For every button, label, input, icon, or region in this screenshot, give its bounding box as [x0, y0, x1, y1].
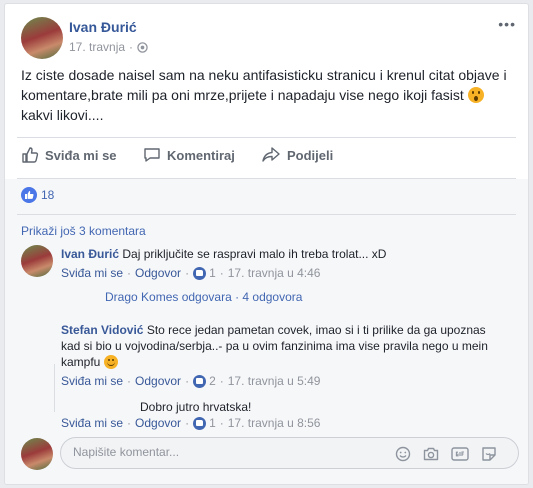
replies-summary-link[interactable]: Drago Komes odgovara · 4 odgovora	[105, 290, 302, 304]
like-badge-icon	[193, 374, 207, 388]
reply-time[interactable]: 17. travnja u 8:56	[228, 416, 321, 430]
share-button[interactable]: Podijeli	[261, 146, 333, 164]
comment-like-count[interactable]: 1	[209, 266, 216, 280]
comment-composer[interactable]	[60, 437, 519, 469]
thread-line	[54, 364, 55, 412]
separator: ·	[127, 266, 132, 280]
comment-body: Ivan Đurić Daj priključite se raspravi m…	[61, 246, 501, 262]
comment-icon	[144, 148, 160, 162]
composer-avatar	[21, 438, 53, 470]
comment-text: Daj priključite se raspravi malo ih treb…	[122, 247, 387, 261]
reply-body: Stefan Vidović Sto rece jedan pametan co…	[61, 322, 491, 370]
post-text-tail: kakvi likovi....	[21, 107, 104, 123]
comment-like-link[interactable]: Sviđa mi se	[61, 266, 123, 280]
reply-like-link[interactable]: Sviđa mi se	[61, 416, 123, 430]
reply-body: Dobro jutro hrvatska!	[140, 399, 251, 415]
post-card: Ivan Đurić 17. travnja · ••• Iz ciste do…	[4, 3, 529, 485]
view-more-comments[interactable]: Prikaži još 3 komentara	[21, 224, 146, 238]
comment-label: Komentiraj	[167, 147, 235, 163]
reply-text: Dobro jutro hrvatska!	[140, 400, 252, 414]
post-date[interactable]: 17. travnja ·	[69, 40, 148, 54]
comment-time[interactable]: 17. travnja u 4:46	[228, 266, 321, 280]
like-badge-icon	[193, 416, 207, 430]
separator: ·	[185, 266, 190, 280]
share-icon	[262, 147, 280, 162]
more-icon: •••	[498, 16, 516, 32]
reply-like-count[interactable]: 2	[209, 374, 216, 388]
post-menu-button[interactable]: •••	[498, 16, 516, 32]
emoji-icon[interactable]	[395, 446, 411, 462]
date-separator: ·	[129, 40, 134, 54]
reply-reply-link[interactable]: Odgovor	[135, 374, 181, 388]
gif-icon[interactable]	[451, 446, 469, 462]
author-name[interactable]: Ivan Đurić	[69, 19, 137, 35]
thumbs-up-icon	[22, 147, 39, 163]
comment-input[interactable]	[73, 445, 373, 459]
separator: ·	[127, 374, 132, 388]
separator: ·	[219, 416, 224, 430]
separator: ·	[219, 266, 224, 280]
separator: ·	[185, 374, 190, 388]
separator: ·	[185, 416, 190, 430]
post-text: Iz ciste dosade naisel sam na neku antif…	[21, 67, 507, 103]
separator: ·	[219, 374, 224, 388]
like-reaction-icon	[21, 187, 37, 203]
reply-author[interactable]: Stefan Vidović	[61, 323, 143, 337]
reaction-count: 18	[41, 188, 55, 202]
surprised-emoji	[467, 87, 484, 103]
like-button[interactable]: Sviđa mi se	[21, 146, 117, 164]
reactions-divider	[17, 214, 516, 215]
comment-reply-link[interactable]: Odgovor	[135, 266, 181, 280]
reply-like-link[interactable]: Sviđa mi se	[61, 374, 123, 388]
share-label: Podijeli	[287, 147, 334, 163]
reply-actions: Sviđa mi se · Odgovor · 2 · 17. travnja …	[61, 374, 320, 388]
smile-emoji	[103, 355, 118, 369]
author-avatar[interactable]	[21, 17, 63, 59]
comment-avatar[interactable]	[21, 245, 53, 277]
comment-actions: Sviđa mi se · Odgovor · 1 · 17. travnja …	[61, 266, 320, 280]
actions-divider-top	[17, 137, 516, 138]
globe-icon	[137, 41, 148, 53]
reply-like-count[interactable]: 1	[209, 416, 216, 430]
like-badge-icon	[193, 266, 207, 280]
sticker-icon[interactable]	[481, 446, 497, 462]
separator: ·	[127, 416, 132, 430]
comment-author[interactable]: Ivan Đurić	[61, 247, 119, 261]
like-label: Sviđa mi se	[45, 147, 117, 163]
reply-time[interactable]: 17. travnja u 5:49	[228, 374, 321, 388]
reply-actions: Sviđa mi se · Odgovor · 1 · 17. travnja …	[61, 416, 320, 430]
reaction-summary[interactable]: 18	[21, 187, 54, 203]
comment-button[interactable]: Komentiraj	[143, 146, 235, 164]
camera-icon[interactable]	[423, 446, 439, 462]
post-date-text[interactable]: 17. travnja	[69, 40, 125, 54]
post-body: Iz ciste dosade naisel sam na neku antif…	[21, 65, 511, 125]
reply-reply-link[interactable]: Odgovor	[135, 416, 181, 430]
